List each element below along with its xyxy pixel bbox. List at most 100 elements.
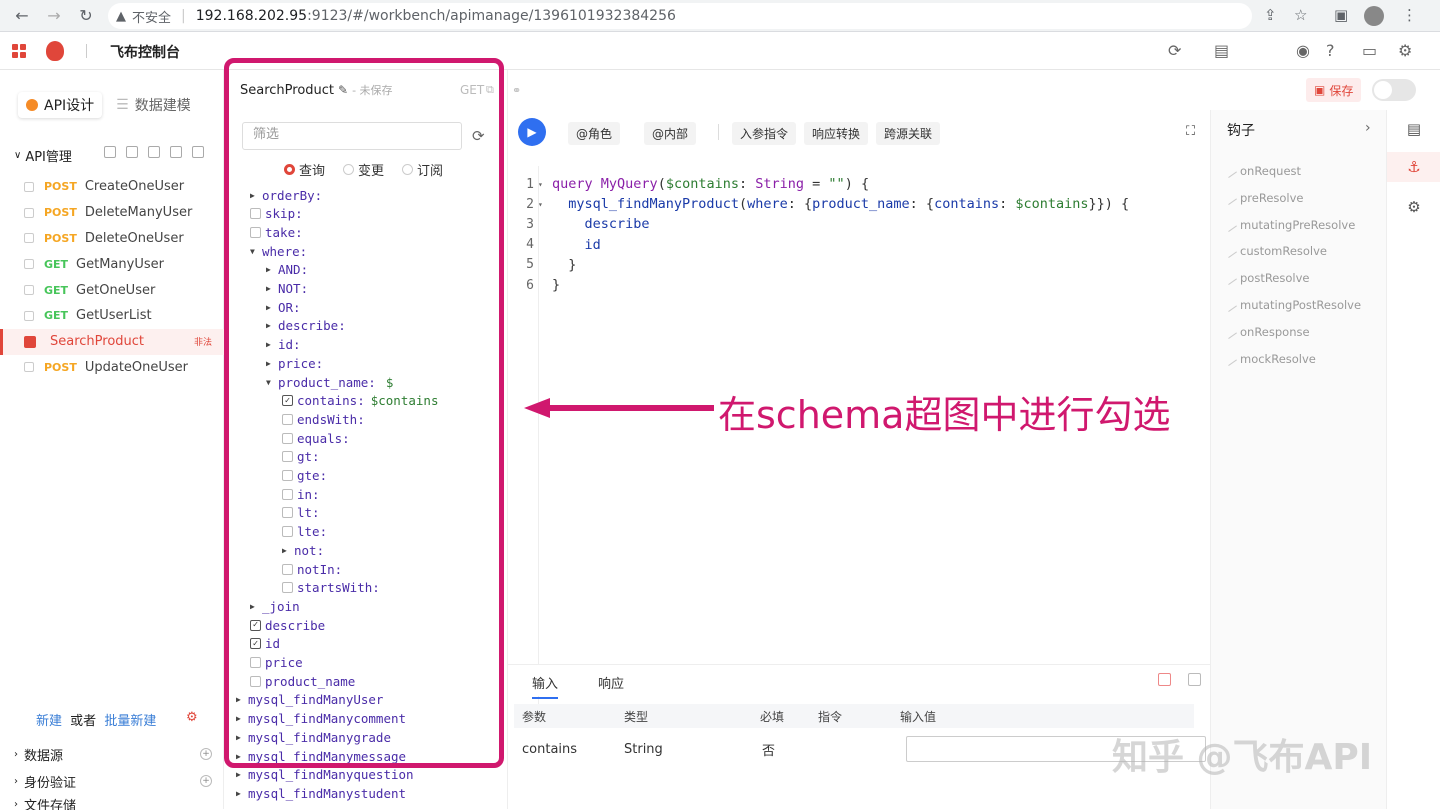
caret-right-icon[interactable]: ▶: [250, 191, 262, 200]
api-checkbox[interactable]: [24, 233, 34, 244]
variable-marker[interactable]: $: [386, 375, 394, 390]
api-list-item[interactable]: POST UpdateOneUser: [0, 355, 224, 381]
message-icon[interactable]: ▭: [1362, 41, 1377, 60]
tree-node[interactable]: ✓ describe: [250, 616, 325, 634]
checkbox-icon[interactable]: [250, 675, 261, 687]
tree-node[interactable]: ▶ mysql_findManymessage: [236, 747, 406, 765]
api-list-item[interactable]: POST CreateOneUser: [0, 174, 224, 200]
tree-node[interactable]: equals:: [282, 429, 350, 447]
role-button[interactable]: @角色: [568, 122, 621, 145]
tree-node[interactable]: gt:: [282, 448, 320, 466]
op-type-radio[interactable]: 查询: [284, 160, 325, 179]
op-type-radio[interactable]: 订阅: [402, 160, 443, 179]
view-icon[interactable]: [148, 146, 160, 158]
caret-right-icon[interactable]: ▶: [266, 359, 278, 368]
tree-node[interactable]: ✓ id: [250, 635, 280, 653]
caret-right-icon[interactable]: ▶: [236, 695, 248, 704]
tree-node[interactable]: notIn:: [282, 560, 342, 578]
apps-grid-icon[interactable]: [12, 44, 26, 58]
checkbox-icon[interactable]: [282, 413, 293, 425]
response-transform-button[interactable]: 响应转换: [804, 122, 869, 145]
hook-item[interactable]: onRequest: [1223, 164, 1301, 178]
checkbox-icon[interactable]: [282, 488, 293, 500]
tree-node[interactable]: ▶ describe:: [266, 317, 346, 335]
sync-icon[interactable]: ⟳: [1168, 41, 1181, 60]
filter-icon[interactable]: [104, 146, 116, 158]
caret-right-icon[interactable]: ▶: [282, 546, 294, 555]
api-checkbox[interactable]: [24, 181, 34, 192]
api-checkbox[interactable]: [24, 285, 34, 296]
tree-node[interactable]: in:: [282, 485, 320, 503]
back-icon[interactable]: ←: [8, 6, 36, 25]
tree-node[interactable]: ▶ not:: [282, 541, 324, 559]
hook-item[interactable]: mockResolve: [1223, 352, 1316, 366]
reload-icon[interactable]: ↻: [72, 6, 100, 25]
hook-item[interactable]: mutatingPostResolve: [1223, 298, 1361, 312]
more-icon[interactable]: ⋮: [1402, 6, 1417, 24]
cross-source-button[interactable]: 跨源关联: [876, 122, 941, 145]
add-datasource-icon[interactable]: +: [200, 748, 212, 760]
document-icon[interactable]: ▤: [1214, 41, 1229, 60]
caret-right-icon[interactable]: ▶: [266, 303, 278, 312]
hook-icon[interactable]: ⚓: [1387, 152, 1440, 182]
checkbox-icon[interactable]: [250, 208, 261, 220]
checkbox-icon[interactable]: [282, 582, 293, 594]
checkbox-icon[interactable]: [282, 451, 293, 463]
caret-down-icon[interactable]: ▼: [250, 247, 262, 256]
tree-node[interactable]: product_name: [250, 672, 355, 690]
address-bar[interactable]: ▲ 不安全 | 192.168.202.95 :9123/#/workbench…: [108, 3, 1252, 29]
tree-node[interactable]: endsWith:: [282, 410, 365, 428]
tree-node[interactable]: lte:: [282, 523, 327, 541]
enable-toggle[interactable]: [1372, 79, 1416, 101]
collapse-icon[interactable]: [1188, 673, 1201, 686]
caret-right-icon[interactable]: ▶: [266, 265, 278, 274]
api-list-item[interactable]: SearchProduct 非法: [0, 328, 224, 355]
tree-node[interactable]: ▶ mysql_findManyUser: [236, 691, 383, 709]
input-directive-button[interactable]: 入参指令: [732, 122, 797, 145]
api-list-item[interactable]: POST DeleteManyUser: [0, 200, 224, 226]
section-storage[interactable]: › 文件存储: [14, 798, 76, 810]
section-datasource[interactable]: › 数据源: [14, 745, 63, 764]
fold-icon[interactable]: ▾: [538, 180, 546, 189]
edit-icon[interactable]: ✎: [338, 83, 348, 97]
tree-node[interactable]: ▶ mysql_findManygrade: [236, 728, 391, 746]
clear-icon[interactable]: [1158, 673, 1171, 686]
api-management-header[interactable]: ∨ API管理: [14, 146, 72, 165]
checkbox-icon[interactable]: ✓: [250, 638, 261, 650]
checkbox-icon[interactable]: [250, 226, 261, 238]
caret-right-icon[interactable]: ▶: [236, 752, 248, 761]
checkbox-icon[interactable]: ✓: [250, 619, 261, 631]
tree-node[interactable]: ▶ price:: [266, 354, 323, 372]
api-list-item[interactable]: GET GetUserList: [0, 303, 224, 329]
share-icon[interactable]: ⇪: [1264, 6, 1277, 24]
tree-node[interactable]: ✓ contains: $contains: [282, 392, 438, 410]
new-link[interactable]: 新建: [36, 714, 62, 729]
hook-item[interactable]: preResolve: [1223, 191, 1304, 205]
api-checkbox[interactable]: [24, 310, 34, 321]
tree-node[interactable]: ▶ orderBy:: [250, 186, 322, 204]
chevron-right-icon[interactable]: ›: [1365, 120, 1371, 136]
tree-node[interactable]: ▶ id:: [266, 336, 301, 354]
run-button[interactable]: ▶: [518, 118, 546, 146]
tab-api-design[interactable]: API设计: [18, 92, 103, 118]
tab-response[interactable]: 响应: [598, 673, 624, 692]
checkbox-icon[interactable]: [282, 470, 293, 481]
fold-icon[interactable]: ▾: [538, 200, 546, 209]
fullscreen-icon[interactable]: ⛶: [1186, 124, 1195, 139]
tab-input[interactable]: 输入: [532, 673, 559, 699]
section-auth[interactable]: › 身份验证: [14, 772, 76, 791]
sidebar-toggle-icon[interactable]: ▣: [1334, 6, 1348, 24]
internal-button[interactable]: @内部: [644, 122, 697, 145]
caret-right-icon[interactable]: ▶: [236, 714, 248, 723]
caret-right-icon[interactable]: ▶: [266, 340, 278, 349]
checkbox-icon[interactable]: [250, 657, 261, 668]
tree-node[interactable]: ▼ product_name: $: [266, 373, 393, 391]
caret-right-icon[interactable]: ▶: [266, 284, 278, 293]
checkbox-icon[interactable]: [282, 563, 293, 575]
save-button[interactable]: ▣ 保存: [1306, 78, 1362, 102]
caret-right-icon[interactable]: ▶: [236, 789, 248, 798]
tree-node[interactable]: ▶ OR:: [266, 298, 301, 316]
api-list-item[interactable]: GET GetManyUser: [0, 251, 224, 277]
link-icon[interactable]: ⚭: [512, 84, 521, 97]
caret-right-icon[interactable]: ▶: [266, 321, 278, 330]
